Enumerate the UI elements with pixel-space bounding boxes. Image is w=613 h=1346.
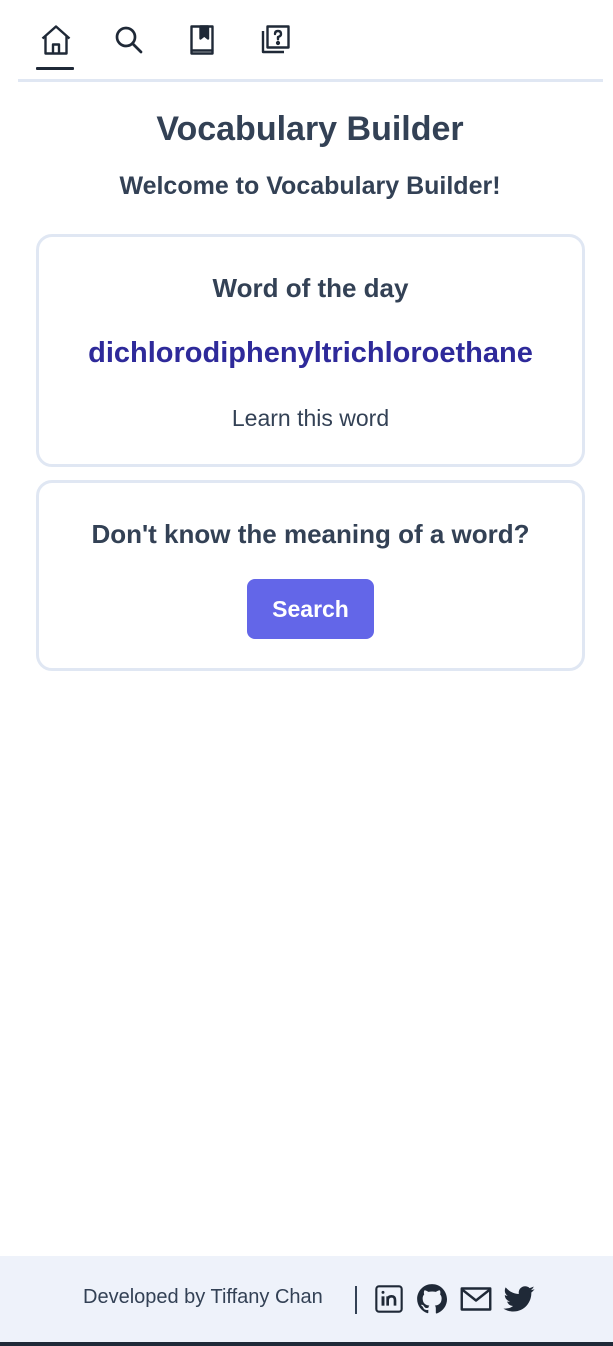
home-icon xyxy=(38,22,74,58)
twitter-icon xyxy=(502,1282,536,1321)
learn-word-link[interactable]: Learn this word xyxy=(39,405,582,432)
word-of-the-day[interactable]: dichlorodiphenyltrichloroethane xyxy=(39,337,582,370)
nav-quiz[interactable] xyxy=(255,22,295,70)
search-icon xyxy=(111,22,147,58)
linkedin-link[interactable] xyxy=(371,1283,407,1319)
footer: Developed by Tiffany Chan xyxy=(0,1256,613,1342)
page-title: Vocabulary Builder xyxy=(156,110,464,148)
search-prompt-card: Don't know the meaning of a word? Search xyxy=(36,480,585,671)
developer-credit: Developed by Tiffany Chan xyxy=(83,1286,323,1308)
search-prompt-heading: Don't know the meaning of a word? xyxy=(91,519,530,549)
footer-divider xyxy=(355,1286,357,1314)
top-nav xyxy=(18,0,603,82)
twitter-link[interactable] xyxy=(501,1283,537,1319)
email-link[interactable] xyxy=(458,1283,494,1319)
word-of-the-day-heading: Word of the day xyxy=(212,273,409,303)
welcome-message: Welcome to Vocabulary Builder! xyxy=(119,172,501,200)
search-button[interactable]: Search xyxy=(247,579,374,639)
word-of-the-day-card: Word of the day dichlorodiphenyltrichlor… xyxy=(36,234,585,467)
bottom-edge-bar xyxy=(0,1342,613,1346)
nav-home[interactable] xyxy=(36,22,76,70)
nav-search[interactable] xyxy=(109,22,149,70)
linkedin-icon xyxy=(373,1283,405,1320)
quiz-icon xyxy=(257,22,293,58)
bookmark-book-icon xyxy=(184,22,220,58)
page: Vocabulary Builder Welcome to Vocabulary… xyxy=(0,0,613,1346)
github-link[interactable] xyxy=(414,1283,450,1319)
nav-saved-words[interactable] xyxy=(182,22,222,70)
mail-icon xyxy=(458,1281,494,1322)
github-icon xyxy=(415,1282,449,1321)
